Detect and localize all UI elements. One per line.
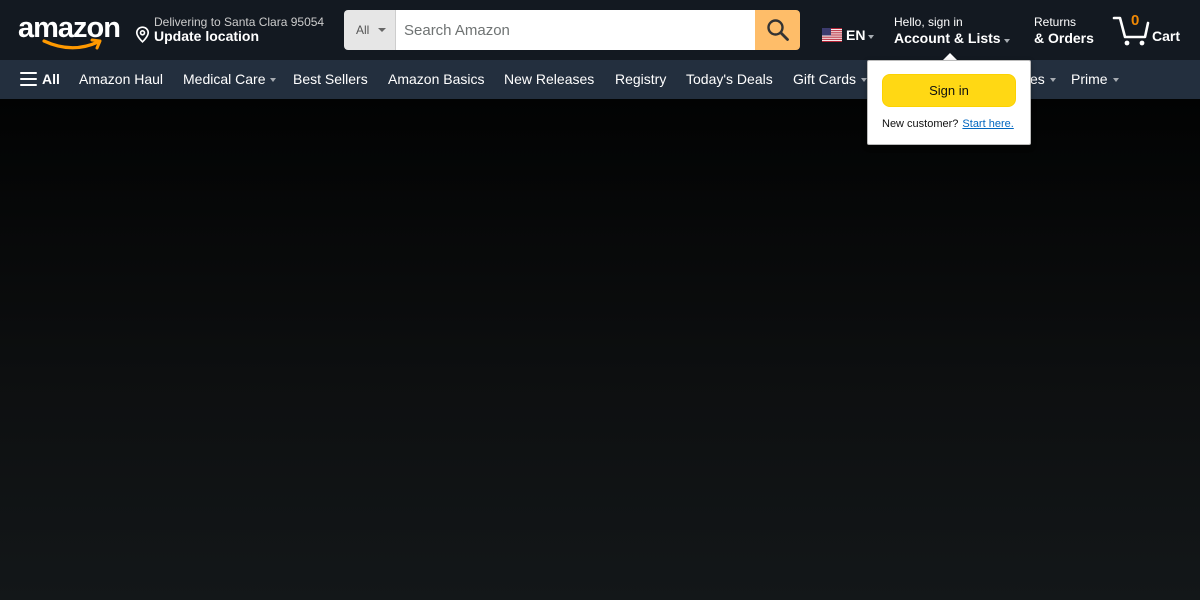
search-input[interactable] (396, 10, 755, 50)
sign-in-button[interactable]: Sign in (882, 74, 1016, 107)
nav-item-registry[interactable]: Registry (615, 71, 666, 87)
delivery-label: Delivering to Santa Clara 95054 (154, 15, 325, 29)
all-menu-button[interactable]: All (20, 71, 60, 87)
location-pin-icon (135, 26, 150, 43)
nav-item-medical-care[interactable]: Medical Care (183, 71, 277, 87)
nav-item-gift-cards[interactable]: Gift Cards (793, 71, 868, 87)
account-lists-label: Account & Lists (894, 30, 1010, 46)
account-lists-menu[interactable]: Hello, sign in Account & Lists (894, 15, 1010, 46)
hamburger-icon (20, 72, 37, 86)
returns-label: Returns (1034, 15, 1077, 29)
account-greeting: Hello, sign in (894, 15, 963, 29)
search-department-select[interactable]: All (344, 10, 396, 50)
top-header: amazon Delivering to Santa Clara 95054 U… (0, 0, 1200, 60)
chevron-down-icon (1049, 78, 1056, 82)
smile-arrow-icon (42, 38, 102, 50)
start-here-link[interactable]: Start here. (962, 118, 1013, 130)
nav-item-prime[interactable]: Prime (1071, 71, 1119, 87)
update-location-label: Update location (154, 28, 260, 44)
nav-item-label: Registry (615, 71, 667, 87)
nav-item-label: Best Sellers (293, 71, 368, 87)
orders-label: & Orders (1034, 30, 1094, 46)
nav-item-todays-deals[interactable]: Today's Deals (686, 71, 773, 87)
amazon-logo[interactable]: amazon (18, 14, 121, 52)
nav-item-label: Gift Cards (793, 71, 857, 87)
all-menu-label: All (42, 71, 60, 87)
nav-item-label: Prime (1071, 71, 1108, 87)
nav-item-label: Today's Deals (686, 71, 773, 87)
language-selector[interactable]: EN (822, 26, 875, 44)
language-code: EN (846, 27, 866, 43)
new-customer-text: New customer? (882, 118, 959, 130)
chevron-down-icon (1003, 39, 1010, 43)
chevron-down-icon (1112, 78, 1119, 82)
chevron-down-icon (378, 28, 386, 32)
nav-item-label: Amazon Basics (388, 71, 485, 87)
cart-count-badge: 0 (1131, 12, 1140, 29)
new-customer-prompt: New customer? Start here. (882, 118, 1014, 130)
search-department-label: All (356, 23, 370, 37)
nav-item-amazon-haul[interactable]: Amazon Haul (79, 71, 163, 87)
page-overlay (0, 99, 1200, 600)
nav-item-best-sellers[interactable]: Best Sellers (293, 71, 368, 87)
search-icon (766, 19, 789, 41)
chevron-down-icon (868, 35, 875, 39)
us-flag-icon (822, 28, 842, 42)
nav-item-new-releases[interactable]: New Releases (504, 71, 594, 87)
nav-item-partial[interactable]: es (1030, 71, 1056, 87)
search-bar: All (344, 10, 800, 50)
cart-link[interactable]: 0 Cart (1112, 12, 1187, 48)
account-lists-text: Account & Lists (894, 30, 1001, 46)
search-button[interactable] (755, 10, 800, 50)
nav-item-label: Medical Care (183, 71, 266, 87)
nav-item-amazon-basics[interactable]: Amazon Basics (388, 71, 484, 87)
nav-item-label: Amazon Haul (79, 71, 164, 87)
nav-item-label: es (1030, 71, 1045, 87)
signin-flyout: Sign in New customer? Start here. (867, 60, 1031, 145)
nav-item-label: New Releases (504, 71, 595, 87)
chevron-down-icon (270, 78, 277, 82)
cart-label: Cart (1152, 28, 1181, 44)
returns-orders-link[interactable]: Returns & Orders (1034, 15, 1094, 46)
